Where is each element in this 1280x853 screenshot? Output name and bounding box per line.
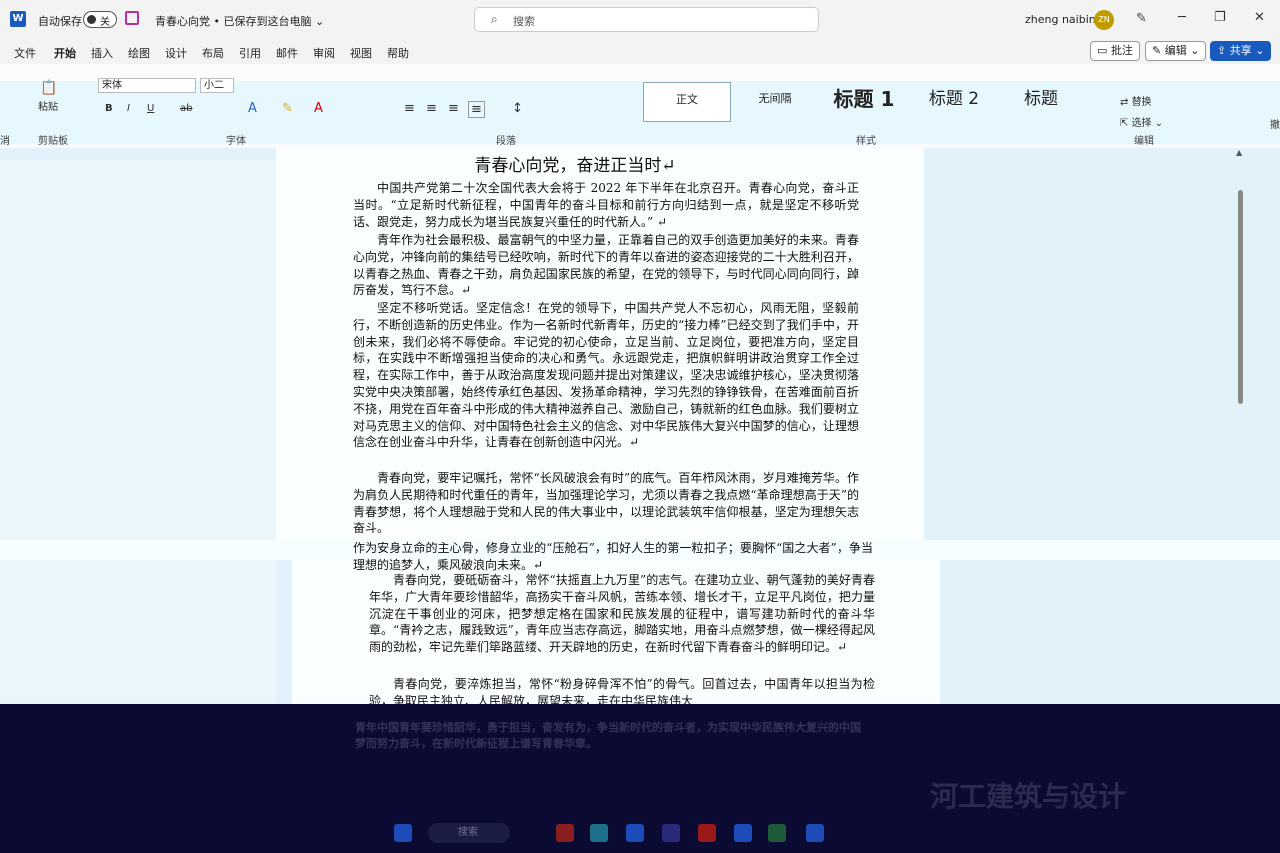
clipboard-icon: 📋 [40,80,58,96]
group-clipboard: 剪贴板 [38,136,68,147]
paragraph-1: 中国共产党第二十次全国代表大会将于 2022 年下半年在北京召开。青春心向党，奋… [353,181,859,229]
mail-icon[interactable] [662,824,680,842]
paragraph-2: 青年作为社会最积极、最富朝气的中坚力量，正靠着自己的双手创造更加美好的未来。青春… [353,233,859,298]
group-editing: 编辑 [1134,136,1154,147]
scroll-up-icon[interactable]: ▲ [1236,148,1242,157]
highlight-icon[interactable]: ✎ [282,101,293,116]
style-normal[interactable]: 正文 [643,82,731,122]
align-right-icon[interactable]: ≡ [448,101,459,116]
vertical-scrollbar[interactable] [1238,190,1243,404]
tab-view[interactable]: 视图 [350,45,372,61]
select-label: 选择 ⌄ [1131,118,1164,129]
pen-icon[interactable]: ✎ [1136,11,1147,26]
font-color-icon[interactable]: A [314,101,323,116]
comment-label: 批注 [1110,44,1133,57]
document-title[interactable]: 青春心向党 • 已保存到这台电脑 ⌄ [155,13,324,29]
word-taskbar-icon[interactable] [806,824,824,842]
align-left-icon[interactable]: ≡ [404,101,415,116]
group-font: 字体 [226,136,246,147]
app-icon-1[interactable] [556,824,574,842]
save-icon[interactable] [125,11,139,25]
tab-insert[interactable]: 插入 [91,45,113,61]
edit-mode-button[interactable]: ✎ 编辑 ⌄ [1145,41,1207,61]
group-styles: 样式 [856,136,876,147]
user-name[interactable]: zheng naibin [1025,13,1096,26]
replace-label: 替换 [1131,97,1152,108]
autosave-label: 自动保存 [38,15,82,28]
italic-icon[interactable]: I [127,103,130,114]
bold-icon[interactable]: B [105,103,113,114]
paragraph-3: 坚定不移听党话。坚定信念！在党的领导下，中国共产党人不忘初心，风雨无阻，坚毅前行… [353,301,859,450]
title-bar: W 自动保存 关 青春心向党 • 已保存到这台电脑 ⌄ ⌕ 搜索 zheng n… [0,0,1280,40]
strikethrough-icon[interactable]: ab [180,103,192,114]
select-button[interactable]: ⇱ 选择 ⌄ [1120,114,1163,129]
tab-home[interactable]: 开始 [54,45,76,66]
word-app-icon: W [10,11,26,27]
share-button[interactable]: ⇪ 共享 ⌄ [1210,41,1272,61]
autosave-toggle[interactable]: 关 [83,11,117,28]
ribbon-right-cut: 撤 [1270,120,1280,131]
edge-icon[interactable] [590,824,608,842]
maximize-icon[interactable]: ❐ [1214,10,1226,25]
toggle-knob [87,15,96,24]
tab-draw[interactable]: 绘图 [128,45,150,61]
share-label: 共享 ⌄ [1229,44,1265,57]
justify-icon[interactable]: ≡ [468,101,485,118]
watermark: 河工建筑与设计 [930,780,1127,813]
paragraph-4: 青春向党，要牢记嘱托，常怀“长风破浪会有时”的底气。百年栉风沐雨，岁月难掩芳华。… [353,471,859,536]
group-paragraph: 段落 [496,136,516,147]
replace-button[interactable]: ⇄ 替换 [1120,93,1152,108]
style-heading-2[interactable]: 标题 2 [912,82,996,122]
search-box[interactable]: ⌕ 搜索 [474,7,819,32]
search-icon: ⌕ [491,12,498,26]
font-size-box[interactable]: 小二 [200,78,234,93]
tab-help[interactable]: 帮助 [387,45,409,61]
style-no-spacing[interactable]: 无间隔 [735,82,815,122]
tab-design[interactable]: 设计 [165,45,187,61]
paste-button[interactable]: 粘贴 [38,98,58,113]
style-title[interactable]: 标题 [998,82,1084,122]
tab-layout[interactable]: 布局 [202,45,224,61]
tab-file[interactable]: 文件 [14,45,36,61]
ribbon-left-cut: 消 [0,136,10,147]
paragraph-6: 青春向党，要淬炼担当，常怀“粉身碎骨浑不怕”的骨气。回首过去，中国青年以担当为检… [369,677,875,704]
avatar[interactable]: ZN [1094,10,1114,30]
glitch-line: 作为安身立命的主心骨，修身立业的“压舱石”，扣好人生的第一粒扣子；要胸怀“国之大… [353,541,873,572]
app-icon-5[interactable] [768,824,786,842]
align-center-icon[interactable]: ≡ [426,101,437,116]
comment-button[interactable]: ▭ 批注 [1090,41,1140,61]
app-icon-2[interactable] [626,824,644,842]
faded-text: 青年中国青年要珍惜韶华，勇于担当，奋发有为，争当新时代的奋斗者，为实现中华民族伟… [355,721,861,750]
canvas-margin [0,160,276,704]
minimize-icon[interactable]: ─ [1178,10,1186,25]
tab-review[interactable]: 审阅 [313,45,335,61]
close-icon[interactable]: ✕ [1254,10,1265,25]
tab-mailings[interactable]: 邮件 [276,45,298,61]
document-heading: 青春心向党，奋进正当时↵ [474,156,676,176]
edit-mode-label: 编辑 ⌄ [1164,44,1200,57]
taskbar-search[interactable]: 搜索 [428,823,510,843]
font-name-box[interactable]: 宋体 [98,78,196,93]
tab-references[interactable]: 引用 [239,45,261,61]
app-icon-3[interactable] [698,824,716,842]
text-effect-icon[interactable]: A [248,101,257,116]
start-icon[interactable] [394,824,412,842]
autosave-state: 关 [100,17,110,28]
app-icon-4[interactable] [734,824,752,842]
search-placeholder: 搜索 [513,15,535,28]
paragraph-5: 青春向党，要砥砺奋斗，常怀“扶摇直上九万里”的志气。在建功立业、朝气蓬勃的美好青… [369,573,875,655]
underline-icon[interactable]: U [147,103,154,114]
menu-bar: 文件 开始 插入 绘图 设计 布局 引用 邮件 审阅 视图 帮助 ▭ 批注 ✎ … [0,40,1280,66]
line-spacing-icon[interactable]: ↕ [512,101,523,116]
style-heading-1[interactable]: 标题 1 [818,82,910,122]
